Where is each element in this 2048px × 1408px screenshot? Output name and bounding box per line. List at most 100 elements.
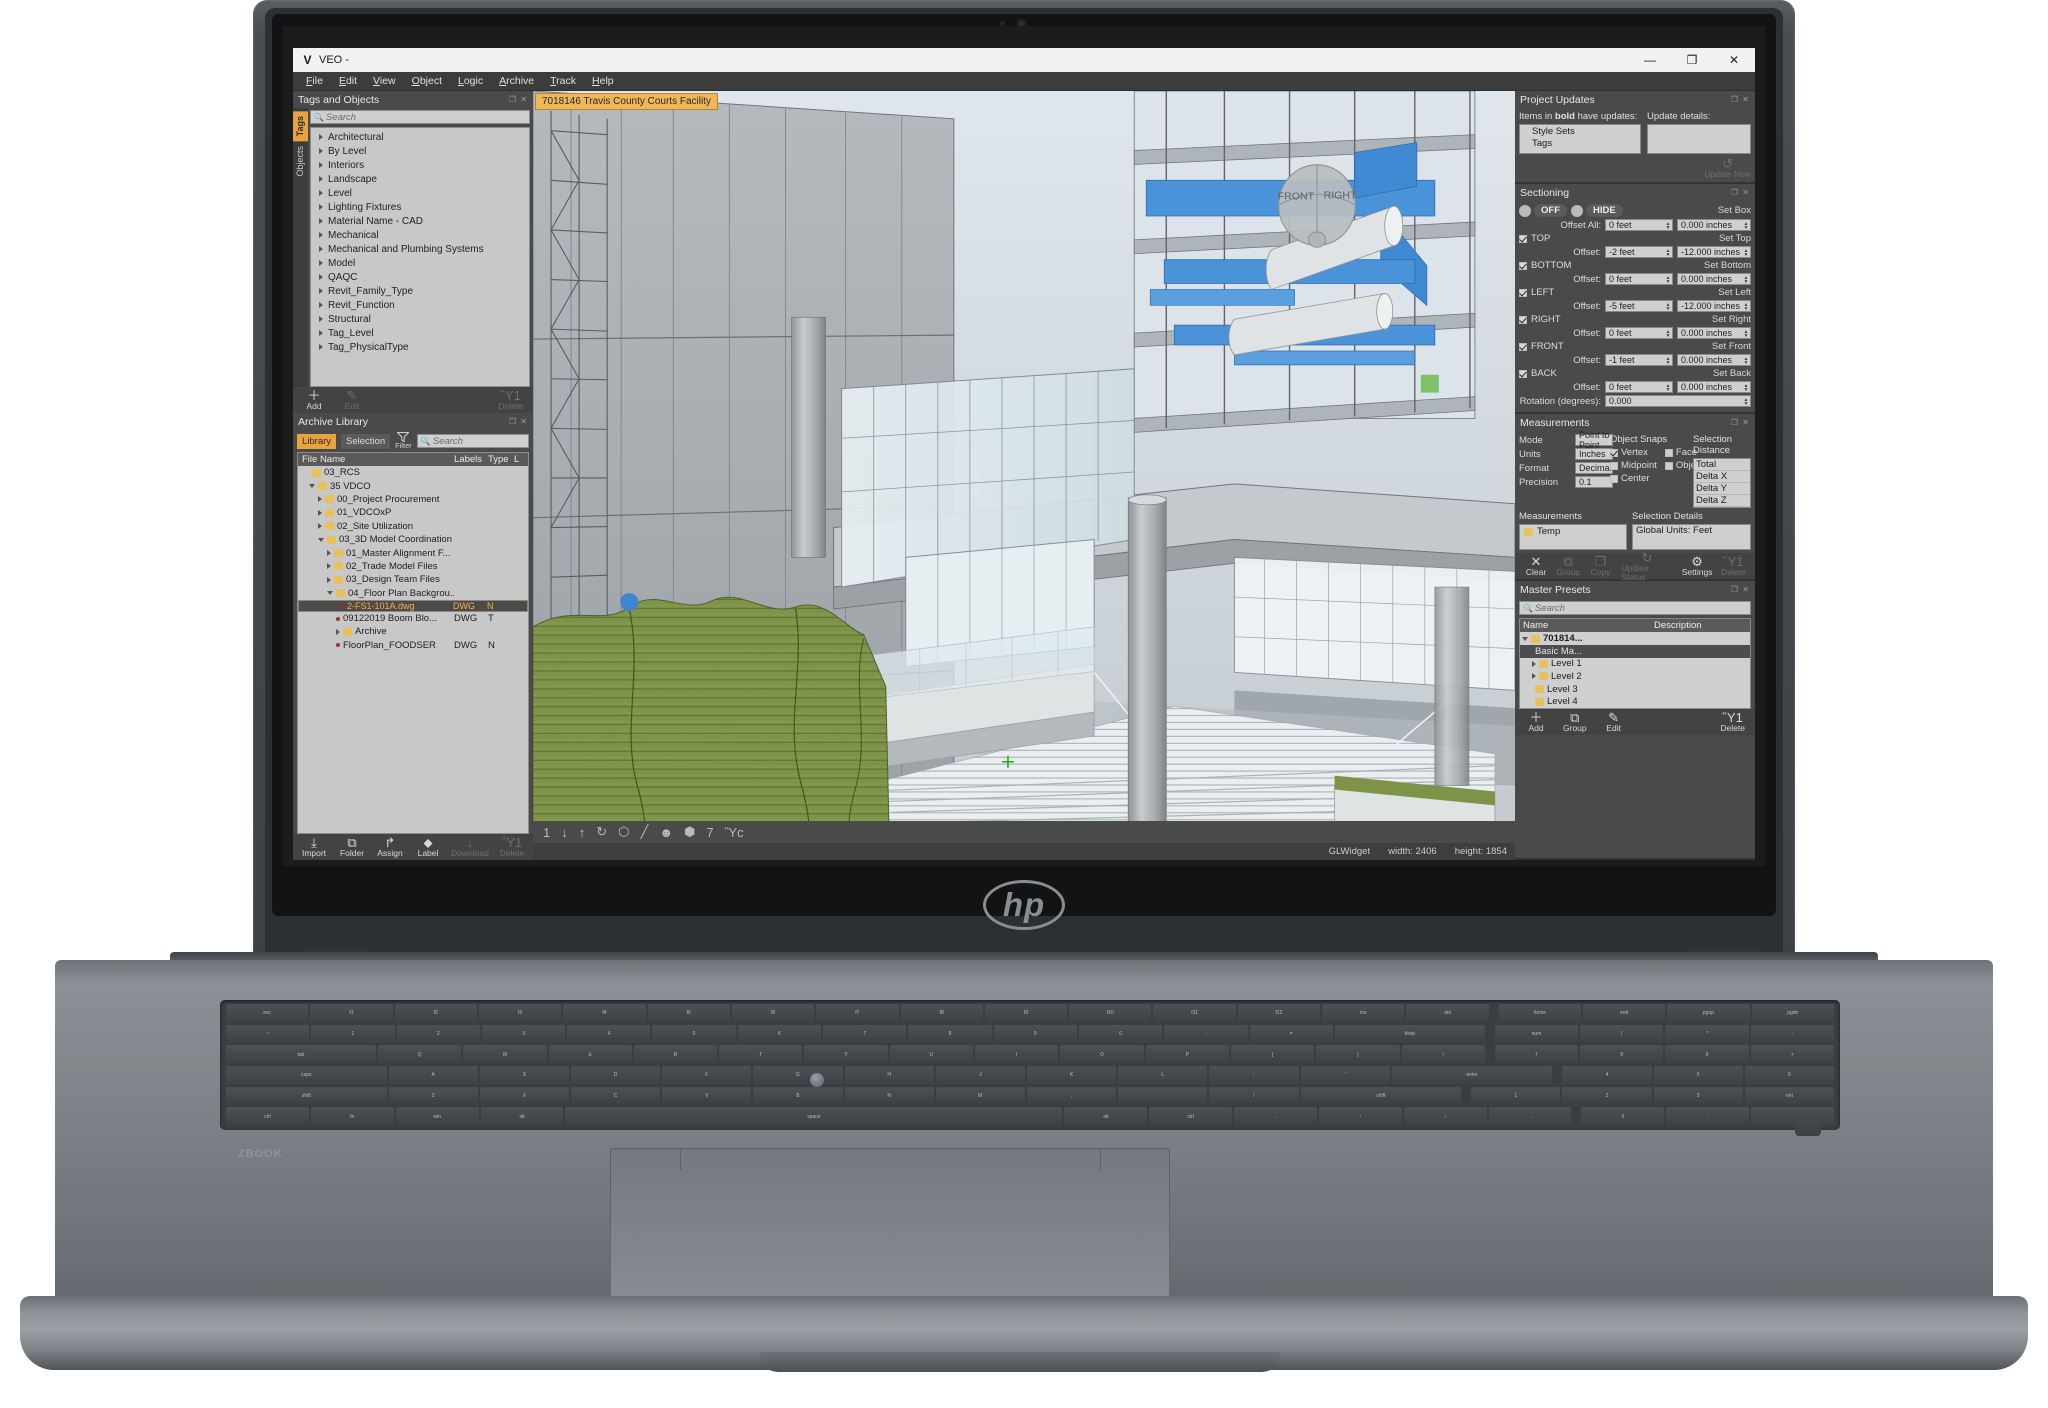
offset-inches-field-bottom[interactable]: 0.000 inches ▲ ▼: [1677, 273, 1751, 285]
keyboard-key[interactable]: 2: [397, 1025, 480, 1044]
keyboard-key[interactable]: ctrl: [226, 1107, 309, 1126]
precision-select[interactable]: 0.1: [1575, 476, 1613, 488]
keyboard-key[interactable]: f5: [648, 1004, 730, 1023]
table-row[interactable]: Level 4: [1520, 695, 1750, 708]
spinner-icon[interactable]: ▲ ▼: [1665, 220, 1671, 232]
snap-center[interactable]: Center: [1610, 473, 1703, 484]
tag-tree-node[interactable]: QAQC: [311, 270, 529, 284]
viewport-toolbar[interactable]: ὎1 ↓ ↑ ↻ ⬡ ╱ ☻ ⬢ ὏7 Ὓc: [533, 821, 1515, 843]
vertical-tab-tags[interactable]: Tags: [293, 111, 308, 141]
snap-midpoint[interactable]: Midpoint: [1610, 460, 1657, 471]
units-select[interactable]: Inches: [1575, 448, 1613, 460]
clear-button[interactable]: ✕ Clear: [1525, 555, 1547, 577]
set-top-button[interactable]: Set Top: [1719, 233, 1751, 244]
keyboard-key[interactable]: =: [1250, 1025, 1333, 1044]
label-button[interactable]: ⬥ Label: [417, 836, 439, 858]
table-row[interactable]: 02_Trade Model Files: [298, 560, 528, 573]
table-row[interactable]: 00_Project Procurement: [298, 493, 528, 506]
maximize-button[interactable]: ❐: [1671, 48, 1713, 72]
cube-solid-icon[interactable]: ⬢: [684, 824, 695, 840]
tag-tree-node[interactable]: Lighting Fixtures: [311, 200, 529, 214]
keyboard-key[interactable]: pgdn: [1752, 1004, 1834, 1023]
offset-all-inches-field[interactable]: 0.000 inches ▲ ▼: [1677, 219, 1751, 231]
keyboard-key[interactable]: R: [634, 1045, 717, 1064]
tags-button-bar[interactable]: ＋ Add ✎ Edit Ὕ1 Delete: [293, 387, 533, 413]
keyboard-key[interactable]: f1: [310, 1004, 392, 1023]
chevron-down-icon[interactable]: [318, 538, 324, 542]
keyboard-key[interactable]: -: [1751, 1025, 1834, 1044]
snapshot-icon[interactable]: Ὓc: [725, 825, 744, 840]
keyboard-key[interactable]: M: [936, 1087, 1025, 1106]
spinner-icon[interactable]: ▲ ▼: [1665, 301, 1671, 313]
tag-tree-node[interactable]: Interiors: [311, 158, 529, 172]
close-button[interactable]: ✕: [1713, 48, 1755, 72]
pointing-stick[interactable]: [810, 1073, 824, 1087]
table-row[interactable]: 2-FS1-101A.dwg DWG N: [298, 600, 528, 612]
project-tab[interactable]: 7018146 Travis County Courts Facility: [535, 93, 718, 110]
tag-tree-node[interactable]: Tag_PhysicalType: [311, 340, 529, 354]
tag-tree-node[interactable]: Architectural: [311, 130, 529, 144]
project-update-item[interactable]: Style Sets: [1520, 125, 1640, 138]
keyboard-key[interactable]: ins: [1322, 1004, 1404, 1023]
keyboard-key[interactable]: ;: [1209, 1066, 1298, 1085]
keyboard-key[interactable]: shift: [226, 1087, 387, 1106]
keyboard-key[interactable]: 1: [1471, 1087, 1560, 1106]
keyboard-key[interactable]: f9: [985, 1004, 1067, 1023]
spinner-icon[interactable]: ▲ ▼: [1665, 274, 1671, 286]
archive-panel-dock-buttons[interactable]: ❐ ✕: [509, 417, 528, 426]
sectioning-hide-toggle[interactable]: HIDE: [1571, 204, 1623, 217]
checkbox-front[interactable]: [1519, 343, 1527, 351]
keyboard-key[interactable]: Z: [389, 1087, 478, 1106]
settings-button[interactable]: ⚙ Settings: [1683, 555, 1712, 577]
master-presets-button-bar[interactable]: ＋ Add ⧉ Group ✎ Edit Ὕ1 Delete: [1515, 709, 1755, 735]
keyboard-key[interactable]: tab: [226, 1045, 376, 1064]
spinner-icon[interactable]: ▲ ▼: [1743, 382, 1749, 394]
offset-feet-field-right[interactable]: 0 feet ▲ ▼: [1605, 327, 1673, 339]
person-icon[interactable]: ☻: [659, 825, 673, 840]
keyboard-key[interactable]: 5: [1654, 1066, 1743, 1085]
spinner-icon[interactable]: ▲ ▼: [1743, 274, 1749, 286]
measurements-dock-buttons[interactable]: ❐ ✕: [1731, 418, 1750, 427]
checkbox-back[interactable]: [1519, 370, 1527, 378]
keyboard-key[interactable]: H: [845, 1066, 934, 1085]
keyboard-key[interactable]: del: [1406, 1004, 1488, 1023]
arrow-down-icon[interactable]: ↓: [561, 825, 568, 840]
tag-tree-node[interactable]: By Level: [311, 144, 529, 158]
keyboard-key[interactable]: [: [1231, 1045, 1314, 1064]
keyboard-key[interactable]: D: [571, 1066, 660, 1085]
keyboard-key[interactable]: f7: [816, 1004, 898, 1023]
offset-feet-field-left[interactable]: -5 feet ▲ ▼: [1605, 300, 1673, 312]
menu-item-file[interactable]: File: [299, 73, 330, 89]
chevron-down-icon[interactable]: [1522, 637, 1528, 641]
project-update-item[interactable]: Tags: [1520, 138, 1640, 151]
keyboard-key[interactable]: 3: [482, 1025, 565, 1044]
keyboard-key[interactable]: shift: [1301, 1087, 1462, 1106]
keyboard-key[interactable]: f6: [732, 1004, 814, 1023]
keyboard-key[interactable]: ~: [226, 1025, 309, 1044]
keyboard-key[interactable]: Q: [378, 1045, 461, 1064]
table-row[interactable]: 09122019 Boom Blo... DWG T: [298, 612, 528, 625]
table-row[interactable]: FloorPlan_FOODSER DWG N: [298, 639, 528, 652]
keyboard-key[interactable]: K: [1027, 1066, 1116, 1085]
keyboard-key[interactable]: fn: [311, 1107, 394, 1126]
keyboard-key[interactable]: 3: [1654, 1087, 1743, 1106]
vertical-tab-objects[interactable]: Objects: [293, 141, 308, 182]
tags-tree[interactable]: Architectural By Level Interiors Landscape L…: [310, 127, 530, 387]
3d-viewport[interactable]: 7018146 Travis County Courts Facility FR…: [533, 91, 1515, 860]
tab-selection[interactable]: Selection: [341, 434, 390, 449]
set-back-button[interactable]: Set Back: [1713, 368, 1751, 379]
keyboard-key[interactable]: F: [662, 1066, 751, 1085]
chevron-right-icon[interactable]: [318, 523, 322, 529]
tag-tree-node[interactable]: Mechanical: [311, 228, 529, 242]
keyboard-key[interactable]: 6: [738, 1025, 821, 1044]
table-row[interactable]: 03_3D Model Coordination: [298, 533, 528, 546]
checkbox-icon[interactable]: [1610, 462, 1618, 470]
table-row[interactable]: 04_Floor Plan Backgrou...: [298, 587, 528, 600]
set-left-button[interactable]: Set Left: [1718, 287, 1751, 298]
tag-tree-node[interactable]: Model: [311, 256, 529, 270]
table-row[interactable]: Basic Ma...: [1520, 645, 1750, 658]
keyboard-key[interactable]: 7: [823, 1025, 906, 1044]
archive-search-input[interactable]: 🔍 Search: [417, 434, 529, 448]
keyboard-key[interactable]: ↑: [1319, 1107, 1402, 1126]
keyboard-key[interactable]: 8: [1580, 1045, 1663, 1064]
